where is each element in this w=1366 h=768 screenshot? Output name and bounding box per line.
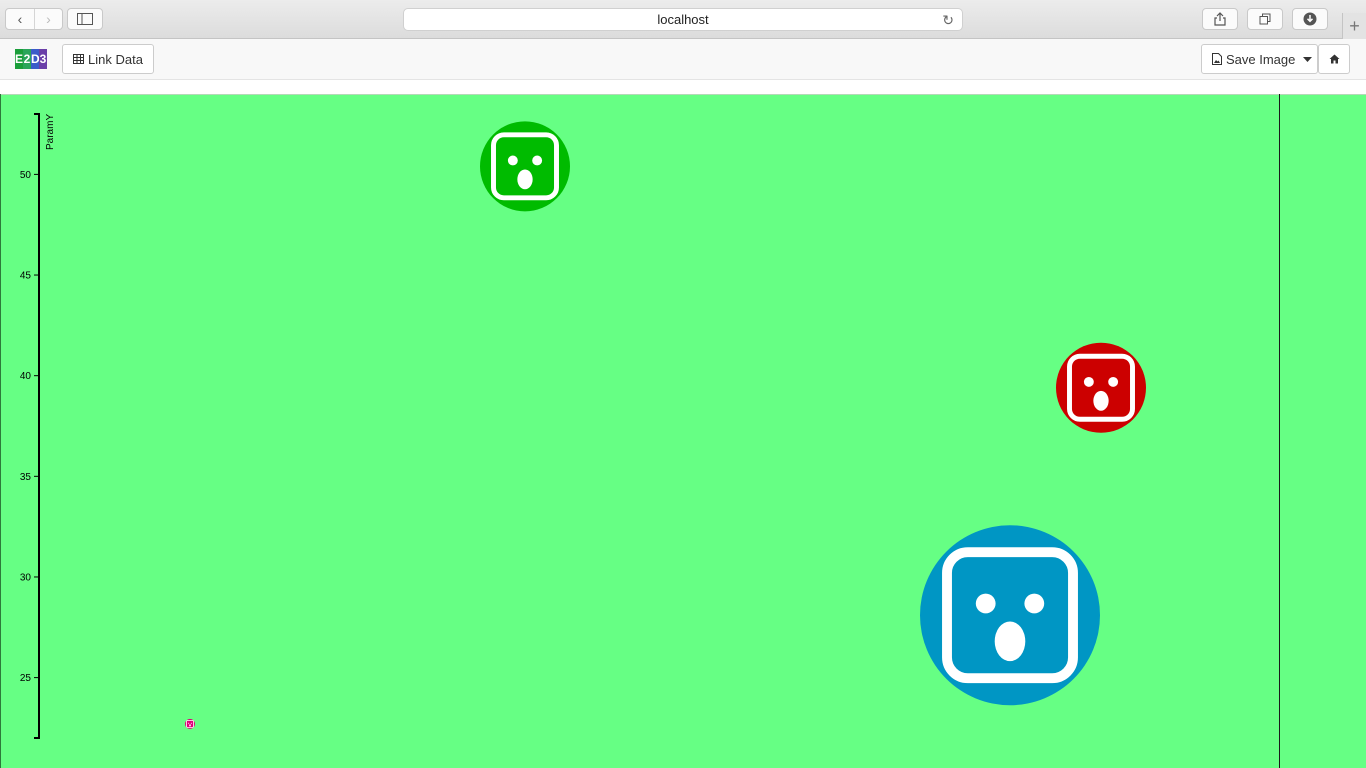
face-eye	[975, 593, 996, 614]
reload-icon[interactable]: ↻	[942, 12, 954, 29]
face-eye	[190, 722, 192, 724]
data-point-face[interactable]	[920, 525, 1100, 706]
face-eye	[188, 722, 190, 724]
data-point-face[interactable]	[185, 718, 195, 729]
y-axis-label: ParamY	[45, 114, 56, 150]
address-bar[interactable]: localhost ↻	[403, 8, 963, 31]
home-button[interactable]	[1318, 44, 1350, 74]
logo-letter: D	[31, 49, 40, 69]
face-mouth	[994, 621, 1026, 662]
chevron-left-icon: ‹	[17, 11, 23, 27]
tabs-button[interactable]	[1247, 8, 1283, 30]
y-tick-label: 40	[20, 371, 32, 382]
share-icon	[1214, 12, 1226, 26]
y-tick-label: 35	[20, 472, 32, 483]
face-eye	[1108, 376, 1119, 387]
caret-down-icon	[1303, 56, 1313, 62]
plus-icon: +	[1349, 15, 1360, 36]
save-image-label: Save Image	[1226, 51, 1296, 67]
forward-button[interactable]: ›	[34, 9, 62, 29]
face-mouth	[517, 169, 533, 190]
browser-toolbar: ‹ › localhost ↻ +	[0, 0, 1366, 39]
back-button[interactable]: ‹	[6, 9, 34, 29]
face-mouth	[189, 724, 191, 727]
face-mouth	[1093, 390, 1109, 411]
tabs-icon	[1259, 13, 1271, 25]
logo-letter: 2	[23, 49, 31, 69]
face-eye	[532, 155, 543, 166]
face-eye	[507, 155, 518, 166]
home-icon	[1329, 54, 1339, 64]
share-button[interactable]	[1202, 8, 1238, 30]
download-icon	[1303, 12, 1317, 26]
logo-letter: 3	[39, 49, 47, 69]
table-icon	[73, 54, 84, 64]
link-data-button[interactable]: Link Data	[62, 44, 154, 74]
data-point-face[interactable]	[480, 121, 570, 212]
data-point-face[interactable]	[1056, 342, 1146, 433]
face-eye	[1083, 376, 1094, 387]
downloads-button[interactable]	[1292, 8, 1328, 30]
y-axis-domain	[34, 113, 40, 739]
y-tick-label: 30	[20, 572, 32, 583]
history-nav: ‹ ›	[5, 8, 63, 30]
e2d3-logo[interactable]: E 2 D 3	[15, 49, 47, 69]
file-image-icon	[1212, 53, 1222, 65]
y-tick-label: 50	[20, 170, 32, 181]
chevron-right-icon: ›	[46, 11, 51, 27]
new-tab-button[interactable]: +	[1342, 13, 1366, 39]
y-axis: 25 30 35 40 45 50	[20, 113, 40, 739]
y-tick-label: 45	[20, 271, 32, 282]
link-data-label: Link Data	[88, 51, 143, 67]
scatter-chart: 25 30 35 40 45 50 ParamY	[20, 113, 1146, 739]
sidebar-icon	[77, 13, 93, 25]
save-image-button[interactable]: Save Image	[1201, 44, 1318, 74]
points-layer	[185, 121, 1146, 729]
y-tick-label: 25	[20, 673, 32, 684]
sidebar-button[interactable]	[67, 8, 103, 30]
app-toolbar: E 2 D 3 Link Data Save Image	[0, 39, 1366, 80]
url-text: localhost	[657, 12, 709, 27]
face-eye	[1024, 593, 1045, 614]
logo-letter: E	[15, 49, 23, 69]
